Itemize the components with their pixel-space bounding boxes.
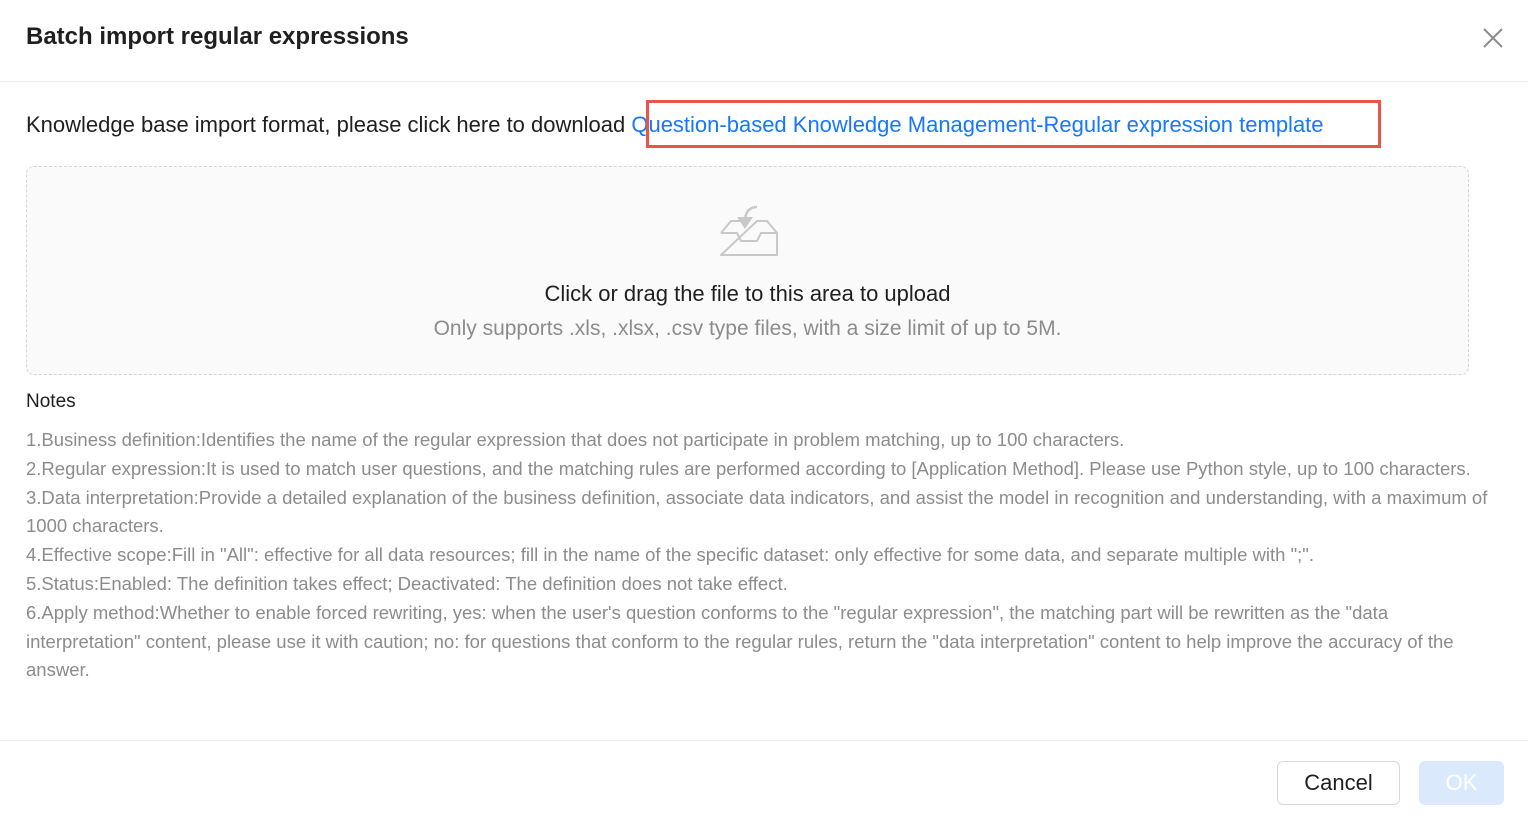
dialog-header: Batch import regular expressions <box>0 0 1528 82</box>
note-item: 3.Data interpretation:Provide a detailed… <box>26 486 1488 537</box>
close-button[interactable] <box>1476 21 1510 55</box>
note-item: 4.Effective scope:Fill in "All": effecti… <box>26 544 1314 566</box>
cancel-button[interactable]: Cancel <box>1277 761 1400 805</box>
notes-list: 1.Business definition:Identifies the nam… <box>26 426 1506 685</box>
note-item: 1.Business definition:Identifies the nam… <box>26 429 1125 450</box>
close-icon <box>1483 28 1503 48</box>
note-item: 5.Status:Enabled: The definition takes e… <box>26 572 788 594</box>
batch-import-dialog: Batch import regular expressions Knowled… <box>0 0 1528 818</box>
dialog-title: Batch import regular expressions <box>26 23 409 50</box>
notes-title: Notes <box>26 391 76 412</box>
note-item: 6.Apply method:Whether to enable forced … <box>26 601 1454 681</box>
ok-button[interactable]: OK <box>1419 761 1504 805</box>
upload-hint: Only supports .xls, .xlsx, .csv type fil… <box>433 317 1062 340</box>
highlight-box <box>646 100 1381 148</box>
download-prefix: Knowledge base import format, please cli… <box>26 112 632 137</box>
note-item: 2.Regular expression:It is used to match… <box>26 457 1471 479</box>
upload-dropzone[interactable]: Click or drag the file to this area to u… <box>26 166 1469 375</box>
inbox-download-icon <box>720 205 778 256</box>
upload-instruction: Click or drag the file to this area to u… <box>544 281 951 306</box>
dialog-footer: Cancel OK <box>0 740 1528 818</box>
